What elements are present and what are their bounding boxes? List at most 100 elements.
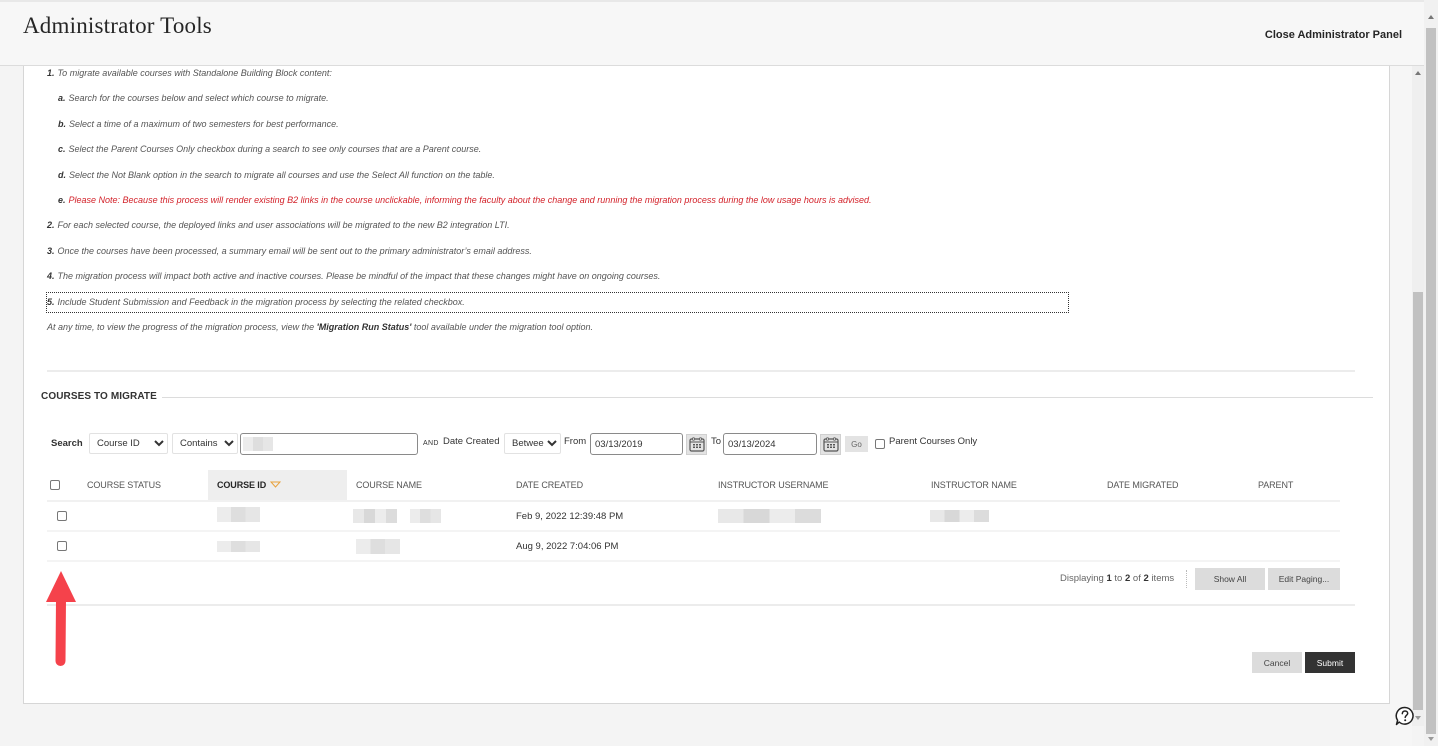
focus-outline xyxy=(46,291,1069,313)
from-date-input[interactable] xyxy=(590,433,683,455)
instruction-item: b. Select a time of a maximum of two seme… xyxy=(47,112,1147,137)
column-header-course-name[interactable]: COURSE NAME xyxy=(347,470,507,500)
go-button[interactable]: Go xyxy=(845,436,868,452)
scroll-up-arrow-icon[interactable] xyxy=(1428,15,1434,19)
course-name-cell xyxy=(347,502,507,530)
redacted-value xyxy=(217,540,260,552)
instruction-marker: e. xyxy=(58,194,66,205)
instruction-item: 3. Once the courses have been processed, … xyxy=(47,239,1147,264)
paging-end: 2 xyxy=(1124,573,1131,584)
instruction-item: 2. For each selected course, the deployed… xyxy=(47,213,1147,238)
instruction-text: To migrate available courses with Standa… xyxy=(57,68,332,78)
panel-scrollbar-thumb[interactable] xyxy=(1413,292,1423,710)
help-button[interactable] xyxy=(1394,705,1416,727)
to-date-input[interactable] xyxy=(723,433,817,455)
paging-prefix: Displaying xyxy=(1060,573,1104,584)
instruction-marker: 2. xyxy=(47,220,55,231)
table-row: Aug 9, 2022 7:04:06 PM xyxy=(47,532,1340,562)
instruction-item: 1. To migrate available courses with Stan… xyxy=(47,61,1147,86)
instructor-username-cell xyxy=(709,502,922,530)
footer-divider xyxy=(47,604,1355,606)
date-operator-select[interactable]: Between xyxy=(504,433,561,454)
migration-run-status-emphasis: 'Migration Run Status' xyxy=(316,321,412,332)
paging-of: of xyxy=(1132,573,1141,584)
show-all-button[interactable]: Show All xyxy=(1195,568,1265,590)
panel-gutter xyxy=(1390,66,1412,746)
instruction-marker: 1. xyxy=(47,68,55,78)
instruction-item-focused: 5. Include Student Submission and Feedbac… xyxy=(46,290,1147,315)
select-all-checkbox[interactable] xyxy=(50,480,60,490)
instruction-text: Select a time of a maximum of two semest… xyxy=(69,118,339,129)
row-select-cell xyxy=(47,541,78,551)
course-name-cell xyxy=(347,532,507,560)
search-label: Search xyxy=(51,438,83,449)
page-scrollbar[interactable] xyxy=(1424,0,1438,746)
scroll-up-arrow-icon[interactable] xyxy=(1415,71,1421,75)
calendar-icon xyxy=(822,437,839,452)
column-header-date-migrated[interactable]: DATE MIGRATED xyxy=(1098,470,1249,500)
note-text: tool available under the migration tool … xyxy=(411,321,594,332)
parent-courses-only-checkbox[interactable] xyxy=(875,439,885,449)
instructor-name-cell xyxy=(922,532,1098,560)
instruction-text: The migration process will impact both a… xyxy=(57,271,661,282)
date-created-cell: Feb 9, 2022 12:39:48 PM xyxy=(516,510,624,522)
instruction-warning: e. Please Note: Because this process will… xyxy=(47,188,1147,213)
row-checkbox[interactable] xyxy=(57,511,67,521)
page-header: Administrator Tools Close Administrator … xyxy=(0,0,1424,66)
column-header-date-created[interactable]: DATE CREATED xyxy=(507,470,709,500)
panel-scrollbar[interactable] xyxy=(1412,66,1424,726)
help-question-icon xyxy=(1395,706,1414,726)
migration-instructions: 1. To migrate available courses with Stan… xyxy=(46,61,1147,340)
column-header-instructor-username[interactable]: INSTRUCTOR USERNAME xyxy=(709,470,922,500)
redacted-value xyxy=(718,509,821,523)
page-scrollbar-thumb[interactable] xyxy=(1426,28,1436,734)
date-migrated-cell xyxy=(1098,532,1249,560)
page-title: Administrator Tools xyxy=(23,13,212,38)
row-checkbox[interactable] xyxy=(57,541,67,551)
note-text: At any time, to view the progress of the… xyxy=(47,321,317,332)
paging-total: 2 xyxy=(1143,573,1149,584)
instruction-marker: c. xyxy=(58,144,66,155)
section-title-rule xyxy=(162,397,1373,398)
paging-start: 1 xyxy=(1106,573,1112,584)
to-date-calendar-button[interactable] xyxy=(820,434,841,455)
instruction-item: 4. The migration process will impact both… xyxy=(47,264,1147,289)
section-divider xyxy=(47,370,1355,372)
submit-button[interactable]: Submit xyxy=(1305,652,1355,673)
paging-separator xyxy=(1186,570,1187,588)
column-header-parent[interactable]: PARENT xyxy=(1249,470,1340,500)
paging-summary: Displaying 1 to 2 of 2 items xyxy=(1060,568,1174,590)
table-header-row: COURSE STATUS COURSE ID COURSE NAME DATE… xyxy=(47,470,1340,502)
from-date-calendar-button[interactable] xyxy=(686,434,707,455)
redacted-value xyxy=(356,538,400,554)
instruction-marker: a. xyxy=(58,93,66,104)
search-operator-select[interactable]: Contains xyxy=(172,433,238,454)
redacted-value xyxy=(930,510,989,522)
close-administrator-panel-link[interactable]: Close Administrator Panel xyxy=(1265,29,1402,41)
instruction-text: Select the Parent Courses Only checkbox … xyxy=(68,144,482,155)
from-label: From xyxy=(564,436,587,447)
migration-status-note: At any time, to view the progress of the… xyxy=(47,315,1147,340)
instruction-item: c. Select the Parent Courses Only checkbo… xyxy=(47,137,1147,162)
cancel-button[interactable]: Cancel xyxy=(1252,652,1302,673)
instructor-username-cell xyxy=(709,532,922,560)
row-select-cell xyxy=(47,511,78,521)
annotation-arrow-up-icon xyxy=(44,571,78,672)
scroll-down-arrow-icon[interactable] xyxy=(1428,737,1434,741)
instruction-text: Search for the courses below and select … xyxy=(68,93,329,104)
instruction-marker: 4. xyxy=(47,271,55,282)
course-id-cell xyxy=(208,502,347,530)
column-header-label: COURSE ID xyxy=(217,480,267,490)
column-header-instructor-name[interactable]: INSTRUCTOR NAME xyxy=(922,470,1098,500)
column-header-course-id[interactable]: COURSE ID xyxy=(208,470,347,500)
and-label: AND xyxy=(423,440,439,447)
search-field-select[interactable]: Course ID xyxy=(89,433,168,454)
to-label: To xyxy=(711,436,722,447)
paging-to: to xyxy=(1114,573,1123,584)
column-header-course-status[interactable]: COURSE STATUS xyxy=(78,470,208,500)
instruction-marker: d. xyxy=(58,169,66,180)
search-input-wrapper xyxy=(240,433,418,455)
paging-suffix: items xyxy=(1151,573,1175,584)
date-created-label: Date Created xyxy=(443,436,500,447)
edit-paging-button[interactable]: Edit Paging... xyxy=(1268,568,1340,590)
